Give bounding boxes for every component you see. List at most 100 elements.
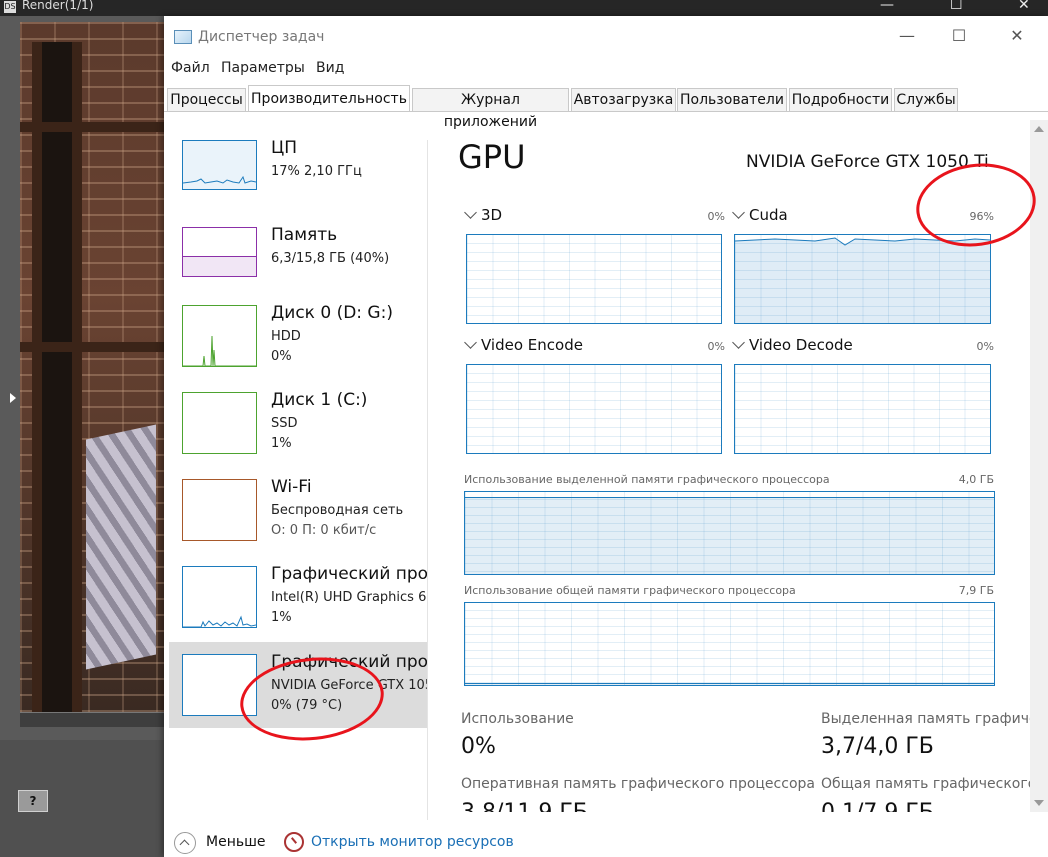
engine-percent: 0% [707,340,725,353]
gpu-detail-panel: GPU NVIDIA GeForce GTX 1050 Ti 3D 0% Cud… [428,112,1032,812]
resource-name: Wi-Fi [271,477,312,497]
resource-cpu[interactable]: ЦП 17% 2,10 ГГц [169,138,427,226]
maximize-button[interactable]: ☐ [936,24,982,48]
graph-cuda [734,234,991,324]
render-scrollbar[interactable] [20,712,166,727]
titlebar: Диспетчер задач — ☐ ✕ [164,16,1048,56]
stat-label-dedicated-memory: Выделенная память графического процессор… [821,711,1032,727]
render-close-button[interactable]: ✕ [1018,0,1030,12]
gpu0-thumbnail [182,566,257,628]
graph-video-encode [466,364,722,454]
disk1-thumbnail [182,392,257,454]
engine-selector-video-encode[interactable]: Video Encode [464,336,583,354]
shared-memory-graph [464,602,995,686]
resource-name: Графический процессор 0 [271,566,427,584]
task-manager-icon [174,30,192,44]
resource-detail: Беспроводная сеть [271,503,404,518]
footer: Меньше Открыть монитор ресурсов [164,826,1048,857]
engine-label: Video Decode [749,336,853,354]
chevron-up-icon [174,832,196,854]
resource-name: Графический процессор 1 [271,652,427,672]
render-minimize-button[interactable]: — [880,0,894,12]
menu-options[interactable]: Параметры [221,60,305,76]
fewer-details-label: Меньше [206,834,266,850]
render-preview-image [20,22,166,712]
engine-percent: 96% [969,210,994,223]
wifi-thumbnail [182,479,257,541]
resource-detail: NVIDIA GeForce GTX 1050 Ti [271,678,427,693]
stat-label-utilization: Использование [461,711,574,727]
resource-value: 1% [271,610,292,625]
disk0-thumbnail [182,305,257,367]
engine-selector-3d[interactable]: 3D [464,206,503,224]
tab-services[interactable]: Службы [894,88,958,111]
menu-bar: Файл Параметры Вид [164,56,1048,80]
page-title: GPU [458,138,526,176]
stat-label-shared-memory: Общая память графического процессора [821,776,1032,792]
shared-memory-max: 7,9 ГБ [958,584,994,597]
dedicated-memory-graph [464,491,995,575]
shared-memory-label: Использование общей памяти графического … [464,584,796,597]
stat-value-dedicated-memory: 3,7/4,0 ГБ [821,734,934,759]
resource-detail: Intel(R) UHD Graphics 630 [271,590,427,605]
chevron-down-icon [732,206,745,219]
chevron-down-icon [464,206,477,219]
menu-view[interactable]: Вид [316,60,344,76]
resource-list: ЦП 17% 2,10 ГГц Память 6,3/15,8 ГБ (40%)… [164,112,428,812]
tab-performance[interactable]: Производительность [248,85,410,112]
expand-arrow-icon[interactable] [10,393,16,403]
engine-percent: 0% [707,210,725,223]
resource-gpu1[interactable]: Графический процессор 1 NVIDIA GeForce G… [169,642,427,728]
resource-value: 0% [271,349,292,364]
stat-value-gpu-memory: 3,8/11,9 ГБ [461,800,588,812]
stat-label-gpu-memory: Оперативная память графического процессо… [461,776,815,792]
render-maximize-button[interactable]: ☐ [950,0,963,12]
graph-video-decode [734,364,991,454]
graph-3d [466,234,722,324]
engine-label: Cuda [749,206,788,224]
menu-file[interactable]: Файл [171,60,210,76]
vertical-scrollbar[interactable] [1030,120,1048,812]
resource-disk0[interactable]: Диск 0 (D: G:) HDD 0% [169,303,427,391]
engine-percent: 0% [976,340,994,353]
resource-gpu0[interactable]: Графический процессор 0 Intel(R) UHD Gra… [169,566,427,652]
scroll-down-icon[interactable] [1034,800,1044,806]
close-button[interactable]: ✕ [994,24,1040,48]
engine-selector-cuda[interactable]: Cuda [732,206,788,224]
resource-name: ЦП [271,138,297,158]
cpu-thumbnail [182,140,257,190]
resource-monitor-label: Открыть монитор ресурсов [311,834,514,850]
window-title: Диспетчер задач [198,29,325,45]
engine-label: 3D [481,206,503,224]
chevron-down-icon [732,336,745,349]
resource-monitor-icon [284,832,304,852]
resource-wifi[interactable]: Wi-Fi Беспроводная сеть О: 0 П: 0 кбит/с [169,477,427,565]
dedicated-memory-fill [465,497,994,574]
resource-value: О: 0 П: 0 кбит/с [271,523,377,538]
render-help-button[interactable]: ? [18,790,48,812]
shared-memory-fill [465,682,994,685]
resource-memory[interactable]: Память 6,3/15,8 ГБ (40%) [169,225,427,313]
tab-startup[interactable]: Автозагрузка [571,88,676,111]
resource-name: Диск 1 (C:) [271,390,368,410]
gpu1-thumbnail [182,654,257,716]
resource-value: 1% [271,436,292,451]
tab-processes[interactable]: Процессы [167,88,246,111]
resource-name: Диск 0 (D: G:) [271,303,393,323]
engine-label: Video Encode [481,336,583,354]
resource-disk1[interactable]: Диск 1 (C:) SSD 1% [169,390,427,478]
render-app-icon: DS [4,1,16,13]
gpu-model-name: NVIDIA GeForce GTX 1050 Ti [746,152,989,172]
minimize-button[interactable]: — [884,24,930,48]
resource-name: Память [271,225,338,245]
resource-detail: HDD [271,329,301,344]
tab-users[interactable]: Пользователи [677,88,787,111]
dedicated-memory-max: 4,0 ГБ [958,473,994,486]
engine-selector-video-decode[interactable]: Video Decode [732,336,853,354]
resource-value: 0% (79 °C) [271,698,343,713]
memory-thumbnail [182,227,257,277]
tab-app-history[interactable]: Журнал приложений [412,88,569,130]
tab-details[interactable]: Подробности [789,88,892,111]
dedicated-memory-label: Использование выделенной памяти графичес… [464,473,830,486]
scroll-up-icon[interactable] [1034,126,1044,132]
